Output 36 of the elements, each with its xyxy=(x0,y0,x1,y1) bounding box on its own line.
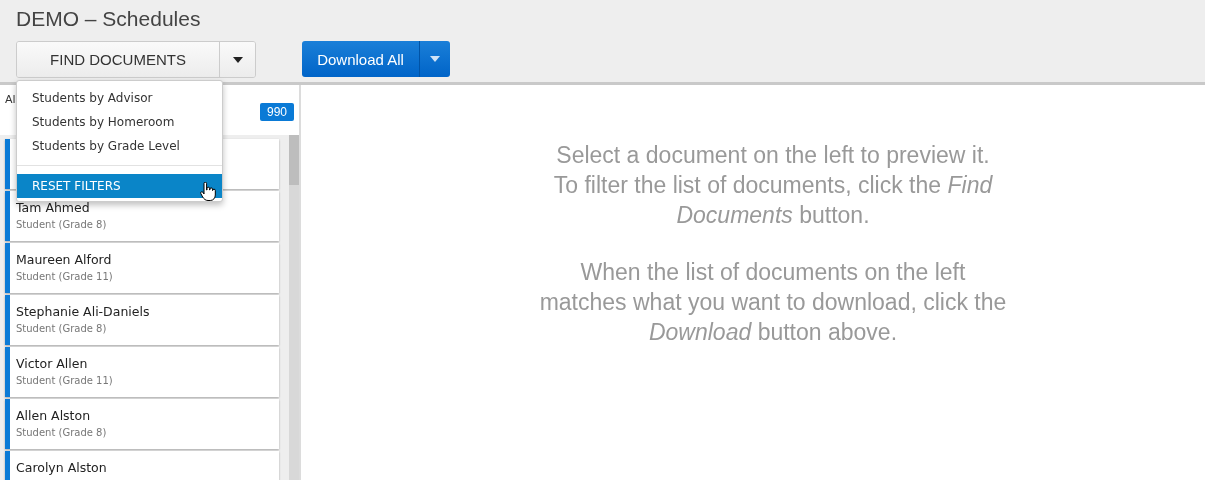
document-name: Carolyn Alston xyxy=(16,461,108,475)
document-card[interactable]: Carolyn Alston xyxy=(5,451,279,480)
document-card[interactable]: Maureen Alford Student (Grade 11) xyxy=(5,243,279,293)
preview-message: Select a document on the left to preview it. xyxy=(555,141,991,170)
list-heading: Al xyxy=(5,93,16,106)
menu-item[interactable]: RESET FILTERS xyxy=(17,174,222,198)
preview-message: To filter the list of documents, click the Find Documents button. xyxy=(552,171,994,230)
document-detail: Student (Grade 8) xyxy=(16,427,108,438)
download-all-button[interactable]: Download All xyxy=(302,41,420,77)
document-detail: Student (Grade 8) xyxy=(16,323,108,334)
menu-item[interactable]: Students by Homeroom xyxy=(17,110,222,134)
caret-icon xyxy=(430,56,440,62)
count-badge: 990 xyxy=(259,103,294,121)
preview-message: When the list of documents on the left xyxy=(579,258,967,287)
document-name: Allen Alston xyxy=(16,409,92,423)
find-documents-button[interactable]: FIND DOCUMENTS xyxy=(17,42,220,77)
window-title: DEMO – Schedules xyxy=(16,6,202,32)
document-detail: Student (Grade 8) xyxy=(16,219,108,230)
preview-message: matches what you want to download, click the xyxy=(538,288,1008,317)
document-card[interactable]: Victor Allen Student (Grade 11) xyxy=(5,347,279,397)
caret-icon xyxy=(232,56,243,63)
document-detail: Student (Grade 11) xyxy=(16,271,114,282)
document-card[interactable]: Allen Alston Student (Grade 8) xyxy=(5,399,279,449)
menu-item[interactable]: Students by Grade Level xyxy=(17,134,222,158)
dropdown-button[interactable] xyxy=(420,41,450,77)
scrollbar[interactable] xyxy=(289,135,299,480)
document-name: Stephanie Ali-Daniels xyxy=(16,305,151,319)
document-card[interactable]: Stephanie Ali-Daniels Student (Grade 8) xyxy=(5,295,279,345)
document-detail: Student (Grade 11) xyxy=(16,375,114,386)
menu-item[interactable]: Students by Advisor xyxy=(17,86,222,110)
dropdown-button[interactable] xyxy=(220,42,255,77)
document-name: Tam Ahmed xyxy=(16,201,91,215)
document-name: Victor Allen xyxy=(16,357,89,371)
scrollbar-thumb[interactable] xyxy=(289,135,299,185)
preview-message: Download button above. xyxy=(647,318,899,347)
document-name: Maureen Alford xyxy=(16,253,113,267)
